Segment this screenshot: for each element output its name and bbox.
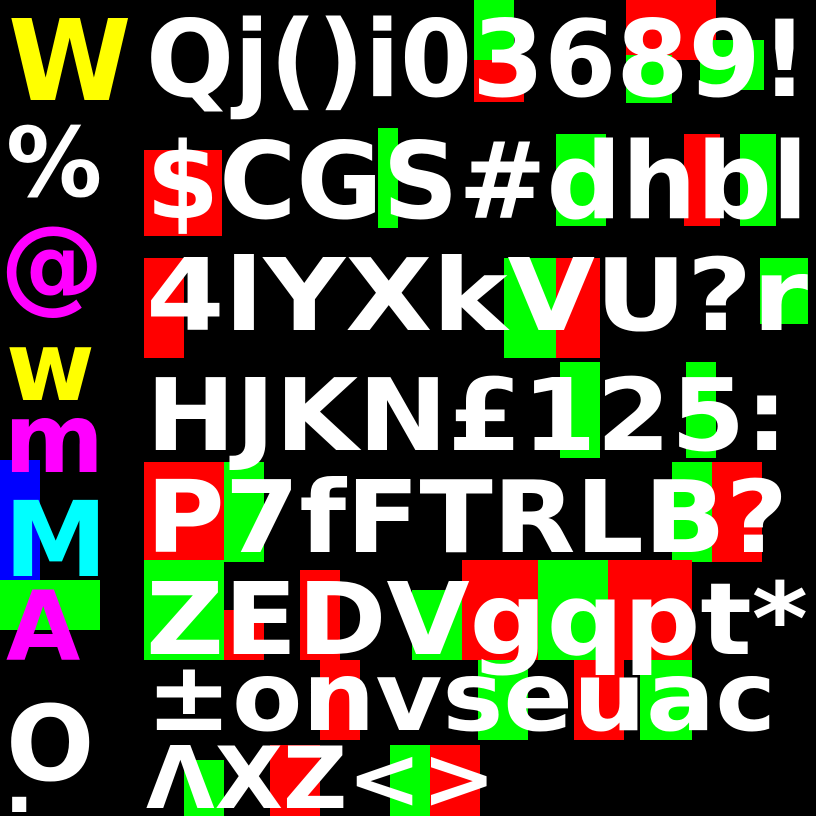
- glyph-row: $CGS#dhbl: [146, 120, 808, 243]
- glyph-grid: Qj()i03689! $CGS#dhbl 4lYXkVU?r HJKN£125…: [146, 0, 809, 816]
- glyph-atlas: W % @ w m M A O . Qj()i03689! $CGS#dhbl …: [0, 0, 816, 816]
- glyph-row: 4lYXkVU?r: [146, 237, 809, 354]
- glyph-row: Qj()i03689!: [146, 0, 808, 121]
- glyph-row: ΛXZ<>: [146, 729, 496, 816]
- glyph-row: HJKN£125:: [146, 357, 788, 474]
- glyph-left: .: [4, 738, 34, 816]
- glyph-left: A: [6, 571, 80, 683]
- glyph-row: P7fFTRLB?: [146, 459, 788, 576]
- glyph-left: @: [0, 203, 104, 325]
